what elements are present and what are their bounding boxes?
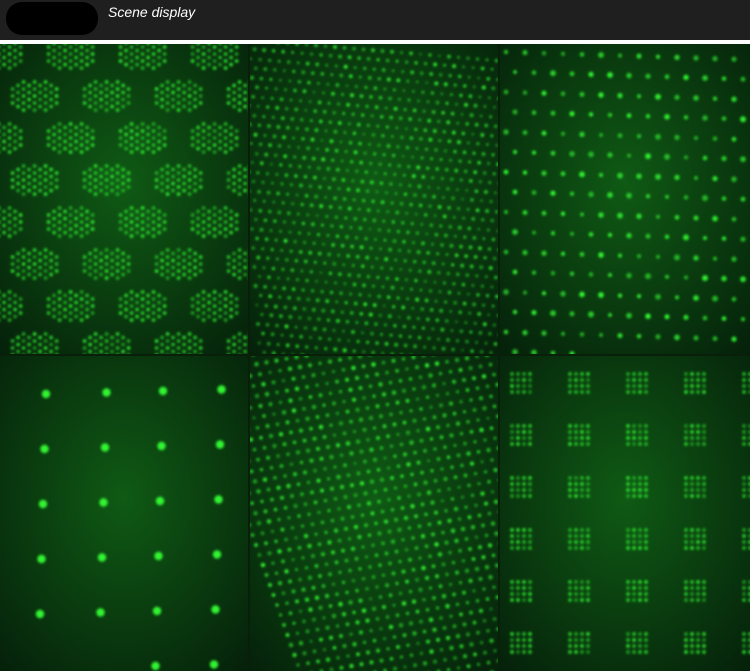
scene-image-large-dot-grid <box>0 356 248 671</box>
scene-image-diamond-clusters <box>0 44 248 354</box>
scene-image-oblique-dots <box>250 356 498 671</box>
scene-gallery <box>0 44 750 671</box>
scene-image-sparse-dots <box>500 44 750 354</box>
scene-image-dense-dots <box>250 44 498 354</box>
header-bar: Scene display <box>0 0 750 40</box>
scene-image-square-clusters <box>500 356 750 671</box>
page-title: Scene display <box>108 4 196 20</box>
header-logo-pill <box>6 2 98 35</box>
